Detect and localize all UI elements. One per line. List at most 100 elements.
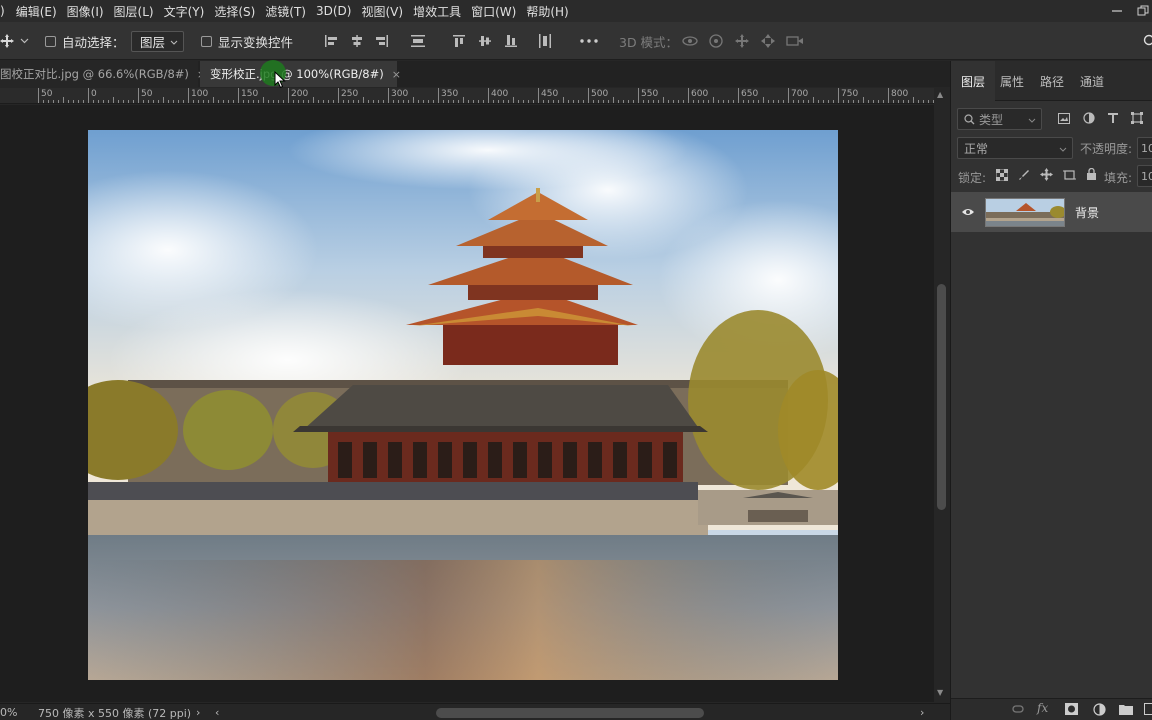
ruler-tick (443, 100, 444, 103)
tab-document-active[interactable]: 变形校正.jpg @ 100%(RGB/8#) × (200, 61, 401, 87)
blend-mode-dropdown[interactable]: 正常 (957, 137, 1073, 159)
filter-adjustment-icon[interactable] (1083, 112, 1095, 124)
ruler-tick (323, 100, 324, 103)
search-icon[interactable] (1142, 22, 1152, 60)
tab-document-compare[interactable]: 图校正对比.jpg @ 66.6%(RGB/8#) × (0, 61, 206, 87)
menu-item-edit[interactable]: 编辑(E) (11, 3, 62, 20)
ruler-tick (833, 100, 834, 103)
ruler-tick (278, 100, 279, 103)
3d-pan-icon[interactable] (734, 22, 750, 60)
lock-all-icon[interactable] (1086, 168, 1097, 181)
ruler-tick (303, 100, 304, 103)
show-transform-checkbox[interactable]: 显示变换控件 (201, 22, 293, 60)
filter-shape-icon[interactable] (1131, 112, 1143, 124)
more-icon[interactable] (580, 22, 598, 60)
document-image[interactable] (88, 130, 838, 680)
menu-item-help[interactable]: 帮助(H) (521, 3, 573, 20)
ruler-tick (628, 100, 629, 103)
ruler-label: 50 (41, 89, 53, 99)
3d-mode-label: 3D 模式： (619, 34, 679, 50)
ruler-tick (248, 100, 249, 103)
layer-row-background[interactable]: 背景 (951, 192, 1152, 232)
minimize-button[interactable] (1104, 0, 1130, 22)
menu-item-type[interactable]: 文字(Y) (159, 3, 210, 20)
menu-item-3d[interactable]: 3D(D) (311, 4, 356, 18)
ruler-tick (843, 100, 844, 103)
new-group-icon[interactable] (1119, 703, 1133, 715)
lock-transparent-icon[interactable] (996, 169, 1008, 181)
menu-item-filter[interactable]: 滤镜(T) (260, 3, 311, 20)
align-hcenter-icon[interactable] (350, 22, 364, 60)
link-layers-icon[interactable] (1011, 703, 1025, 715)
ruler-tick (213, 97, 214, 103)
menu-item-view[interactable]: 视图(V) (356, 3, 408, 20)
lock-position-icon[interactable] (1040, 168, 1053, 181)
vertical-scrollbar[interactable]: ▲ ▼ (934, 88, 949, 702)
horizontal-scrollbar-thumb[interactable] (436, 708, 704, 718)
align-left-icon[interactable] (324, 22, 338, 60)
chevron-down-icon[interactable] (20, 22, 29, 60)
tab-properties[interactable]: 属性 (990, 61, 1034, 101)
lock-brush-icon[interactable] (1018, 169, 1030, 181)
scroll-down-icon[interactable]: ▼ (937, 688, 943, 697)
scrollbar-thumb[interactable] (937, 284, 946, 510)
distribute-horizontal-icon[interactable] (538, 22, 552, 60)
lock-artboard-icon[interactable] (1063, 169, 1076, 181)
menu-item-select[interactable]: 选择(S) (209, 3, 260, 20)
distribute-vertical-icon[interactable] (410, 22, 426, 60)
opacity-input[interactable]: 10 (1137, 137, 1152, 159)
ruler-tick (123, 100, 124, 103)
scroll-right-icon[interactable]: › (920, 704, 924, 720)
move-tool-icon[interactable] (0, 22, 14, 60)
menu-item-window[interactable]: 窗口(W) (466, 3, 521, 20)
fill-input[interactable]: 10 (1137, 165, 1152, 187)
align-top-icon[interactable] (452, 22, 466, 60)
3d-roll-icon[interactable] (708, 22, 724, 60)
filter-pixel-icon[interactable] (1058, 113, 1070, 124)
checkbox-box[interactable] (45, 35, 56, 47)
menu-item-partial[interactable]: ) (0, 4, 11, 18)
ruler-tick (558, 100, 559, 103)
align-right-icon[interactable] (375, 22, 389, 60)
layer-thumbnail (985, 198, 1065, 227)
tab-paths[interactable]: 路径 (1030, 61, 1074, 101)
menu-item-image[interactable]: 图像(I) (62, 3, 109, 20)
new-layer-icon[interactable] (1144, 703, 1152, 715)
3d-orbit-icon[interactable] (681, 22, 699, 60)
align-bottom-icon[interactable] (504, 22, 518, 60)
fx-icon[interactable]: fx (1037, 701, 1048, 715)
status-expand-icon[interactable]: › (196, 704, 200, 720)
auto-select-dropdown[interactable]: 图层 (131, 31, 184, 52)
adjustment-layer-icon[interactable] (1093, 703, 1106, 716)
align-vcenter-icon[interactable] (478, 22, 492, 60)
scroll-left-icon[interactable]: ‹ (215, 704, 219, 720)
ruler-label: 600 (691, 89, 709, 99)
eye-icon[interactable] (961, 207, 975, 217)
checkbox-box[interactable] (201, 35, 212, 47)
options-bar: 自动选择： 图层 显示变换控件 3D 模式： (0, 22, 1152, 60)
ruler-tick (788, 88, 789, 103)
3d-slide-icon[interactable] (760, 22, 776, 60)
menu-item-layer[interactable]: 图层(L) (109, 3, 159, 20)
zoom-level[interactable]: 0% (0, 704, 17, 720)
ruler-tick (608, 100, 609, 103)
auto-select-checkbox[interactable]: 自动选择： (45, 22, 125, 60)
layer-filter-dropdown[interactable]: 类型 (957, 108, 1042, 130)
image-content (88, 130, 838, 680)
menu-item-plugins[interactable]: 增效工具 (408, 3, 466, 20)
ruler-tick (83, 100, 84, 103)
3d-camera-icon[interactable] (786, 22, 804, 60)
scroll-up-icon[interactable]: ▲ (937, 90, 943, 99)
ruler-tick (703, 100, 704, 103)
filter-type-icon[interactable] (1107, 112, 1119, 124)
ruler-tick (388, 88, 389, 103)
ruler-tick (873, 100, 874, 103)
tab-channels[interactable]: 通道 (1070, 61, 1114, 101)
add-mask-icon[interactable] (1065, 703, 1078, 715)
close-icon[interactable]: × (392, 68, 401, 81)
tab-layers[interactable]: 图层 (951, 61, 996, 101)
ruler-tick (893, 100, 894, 103)
restore-button[interactable] (1130, 0, 1152, 22)
ruler-tick (453, 100, 454, 103)
ruler-tick (408, 100, 409, 103)
